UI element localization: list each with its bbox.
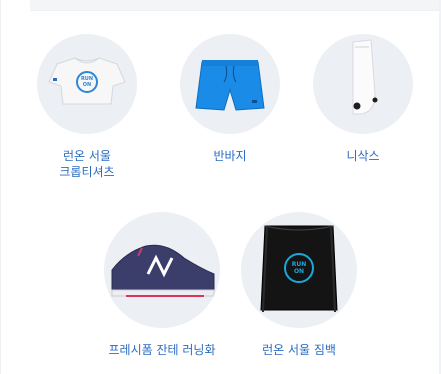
shorts-icon <box>195 60 265 111</box>
gear-item-shorts[interactable]: 반바지 <box>165 34 295 164</box>
gym-bag-icon: RUN ON <box>260 225 338 313</box>
gear-item-gym-bag[interactable]: RUN ON 런온 서울 짐백 <box>234 212 364 358</box>
running-gear-grid: RUN ON 런온 서울 크롭티셔츠 반바지 니삭스 프레시폼 잔테 러닝화 R… <box>0 0 441 374</box>
top-divider <box>30 0 441 11</box>
gear-item-label: 런온 서울 짐백 <box>262 343 336 357</box>
gear-item-crop-tee[interactable]: RUN ON 런온 서울 크롭티셔츠 <box>22 34 152 180</box>
gym-bag-image: RUN ON <box>241 212 357 328</box>
gear-item-knee-socks[interactable]: 니삭스 <box>298 34 428 164</box>
knee-socks-icon <box>352 39 378 115</box>
gear-item-label: 반바지 <box>213 149 247 163</box>
knee-socks-image <box>313 34 413 134</box>
left-border <box>0 0 1 374</box>
svg-text:ON: ON <box>83 82 91 88</box>
crop-tee-icon: RUN ON <box>48 57 126 105</box>
running-shoe-image <box>104 212 220 328</box>
shorts-image <box>180 34 280 134</box>
gear-item-label: 니삭스 <box>346 149 380 163</box>
crop-tee-image: RUN ON <box>37 34 137 134</box>
running-shoe-icon <box>111 244 215 297</box>
svg-text:ON: ON <box>294 268 304 275</box>
gear-item-running-shoe[interactable]: 프레시폼 잔테 러닝화 <box>97 212 227 358</box>
gear-item-label: 프레시폼 잔테 러닝화 <box>108 343 216 357</box>
gear-item-label: 런온 서울 크롭티셔츠 <box>59 149 115 179</box>
svg-text:RUN: RUN <box>292 261 307 268</box>
